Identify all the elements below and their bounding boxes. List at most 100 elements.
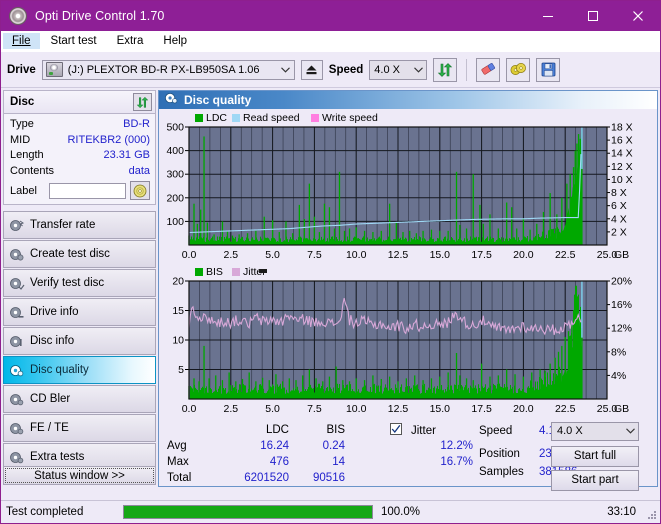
sidebar-item-cd-bler[interactable]: CD Bler	[3, 385, 156, 413]
save-icon	[541, 62, 556, 77]
stats-bis-total: 90516	[313, 471, 345, 484]
disc-refresh-button[interactable]	[133, 93, 152, 111]
svg-text:100: 100	[166, 215, 184, 227]
chevron-down-icon	[278, 65, 294, 75]
minimize-icon[interactable]	[525, 1, 570, 31]
resize-grip[interactable]	[646, 509, 657, 520]
discs-icon	[510, 63, 526, 75]
panel-header: Disc quality	[159, 91, 657, 109]
disc-info-icon	[9, 334, 24, 349]
discs-button[interactable]	[506, 57, 531, 82]
sidebar-item-label: CD Bler	[30, 393, 71, 405]
disc-info-rows: Type BD-R MID RITEKBR2 (000) Length 23.3…	[4, 114, 155, 204]
drive-select[interactable]: (J:) PLEXTOR BD-R PX-LB950SA 1.06	[41, 59, 295, 80]
svg-text:12.5: 12.5	[388, 249, 409, 261]
sidebar-item-label: FE / TE	[30, 422, 69, 434]
stats-ldc-total: 6201520	[244, 471, 289, 484]
disc-row-contents: Contents data	[10, 164, 150, 180]
svg-text:200: 200	[166, 192, 184, 204]
sidebar-item-fe-te[interactable]: FE / TE	[3, 414, 156, 442]
svg-text:6 X: 6 X	[611, 200, 627, 212]
stats-jitter-max: 16.7%	[440, 455, 473, 468]
test-speed-value: 4.0 X	[557, 425, 583, 437]
sidebar-item-disc-quality[interactable]: Disc quality	[3, 356, 156, 384]
svg-text:20: 20	[172, 275, 184, 287]
disc-label-button[interactable]	[130, 181, 150, 200]
svg-text:20.0: 20.0	[513, 403, 534, 415]
progress-fill	[124, 506, 372, 518]
refresh-icon	[438, 62, 453, 77]
start-part-label: Start part	[571, 474, 619, 486]
svg-text:GB: GB	[614, 403, 629, 415]
elapsed-time: 33:10	[607, 506, 636, 518]
disc-label-row: Label	[10, 181, 150, 200]
disc-quality-icon	[164, 91, 178, 108]
svg-text:22.5: 22.5	[555, 249, 576, 261]
menu-bar: File Start test Extra Help	[1, 31, 660, 52]
fe-te-icon	[9, 421, 24, 436]
test-speed-select[interactable]: 4.0 X	[551, 421, 639, 441]
chevron-down-icon	[626, 425, 635, 437]
svg-text:22.5: 22.5	[555, 403, 576, 415]
sidebar-item-drive-info[interactable]: Drive info	[3, 298, 156, 326]
disc-create-icon	[9, 247, 24, 262]
maximize-icon[interactable]	[570, 1, 615, 31]
disc-mid-value: RITEKBR2 (000)	[67, 133, 150, 146]
sidebar-item-verify-test-disc[interactable]: Verify test disc	[3, 269, 156, 297]
close-icon[interactable]	[615, 1, 660, 31]
disc-label-input[interactable]	[49, 182, 126, 199]
eject-button[interactable]	[300, 59, 323, 80]
stats-ldc-max: 476	[269, 455, 289, 468]
speed-select-value: 4.0 X	[374, 63, 400, 76]
menu-file[interactable]: File	[3, 33, 40, 49]
status-window-button[interactable]: Status window >>	[3, 466, 156, 485]
svg-text:17.5: 17.5	[471, 249, 492, 261]
jitter-label: Jitter	[411, 424, 436, 437]
menu-help-label: Help	[163, 35, 188, 47]
eject-icon	[306, 65, 317, 74]
menu-extra[interactable]: Extra	[108, 33, 153, 49]
svg-text:BIS: BIS	[206, 266, 223, 278]
toolbar-divider	[466, 58, 468, 81]
disc-quality-icon	[9, 363, 24, 378]
disc-contents-value: data	[128, 164, 150, 177]
jitter-checkbox[interactable]	[390, 422, 402, 437]
refresh-button[interactable]	[433, 57, 458, 82]
sidebar-item-label: Create test disc	[30, 248, 110, 260]
stats-speed-label: Speed	[479, 424, 513, 437]
menu-start-test[interactable]: Start test	[42, 33, 106, 49]
sidebar-nav: Transfer rate Create test disc Verify te…	[1, 211, 158, 471]
erase-button[interactable]	[476, 57, 501, 82]
speed-select[interactable]: 4.0 X	[369, 59, 428, 80]
svg-text:2.5: 2.5	[223, 403, 238, 415]
progress-bar	[123, 505, 373, 519]
sidebar-item-label: Verify test disc	[30, 277, 105, 289]
sidebar-item-label: Disc info	[30, 335, 75, 347]
svg-text:20%: 20%	[611, 275, 632, 287]
save-button[interactable]	[536, 57, 561, 82]
svg-text:8%: 8%	[611, 346, 626, 358]
svg-text:15.0: 15.0	[430, 249, 451, 261]
svg-text:20.0: 20.0	[513, 249, 534, 261]
svg-text:5.0: 5.0	[265, 403, 280, 415]
stats-col-bis: BIS	[326, 423, 345, 436]
sidebar-item-transfer-rate[interactable]: Transfer rate	[3, 211, 156, 239]
svg-text:7.5: 7.5	[307, 249, 322, 261]
svg-text:10.0: 10.0	[346, 403, 367, 415]
start-full-button[interactable]: Start full	[551, 445, 639, 467]
disc-row-length: Length 23.31 GB	[10, 148, 150, 164]
disc-quality-panel: Disc quality 100 200 300 400 500 2 X4 X6 X8 X…	[158, 90, 658, 491]
disc-type-value: BD-R	[123, 118, 150, 130]
sidebar-item-create-test-disc[interactable]: Create test disc	[3, 240, 156, 268]
start-part-button[interactable]: Start part	[551, 469, 639, 491]
drive-info-icon	[9, 305, 24, 320]
sidebar-item-disc-info[interactable]: Disc info	[3, 327, 156, 355]
title-bar: Opti Drive Control 1.70	[1, 1, 660, 31]
svg-text:0.0: 0.0	[182, 249, 197, 261]
menu-start-test-label: Start test	[50, 35, 97, 47]
svg-text:Read speed: Read speed	[243, 112, 300, 124]
disc-length-value: 23.31 GB	[103, 149, 150, 161]
menu-help[interactable]: Help	[154, 33, 196, 49]
stats-bis-avg: 0.24	[322, 439, 345, 452]
menu-extra-label: Extra	[116, 35, 144, 47]
